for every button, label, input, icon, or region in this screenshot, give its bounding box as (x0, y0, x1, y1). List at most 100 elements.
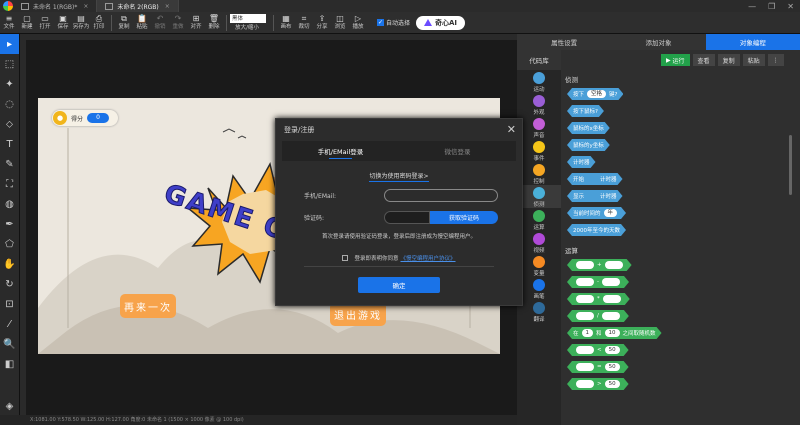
divide-block[interactable]: / (567, 310, 629, 322)
layers-icon[interactable]: ◈ (0, 396, 19, 416)
operand-input[interactable] (576, 363, 594, 371)
operand-input[interactable]: 50 (605, 346, 620, 354)
operand-input[interactable] (576, 380, 594, 388)
maximize-icon[interactable]: ❐ (768, 2, 775, 11)
timer-show-block[interactable]: 显示 计时器 (567, 190, 623, 202)
tab-phone-email-login[interactable]: 手机/EMail登录 (282, 141, 399, 161)
transform-tool-icon[interactable]: ⊡ (0, 294, 19, 314)
operand-input[interactable] (602, 278, 620, 286)
magic-wand-icon[interactable]: ✦ (0, 74, 19, 94)
canvas-button[interactable]: ▦ 画布 (277, 14, 295, 31)
zoom-tool-icon[interactable]: 🔍 (0, 334, 19, 354)
verification-code-input[interactable] (384, 211, 430, 224)
operand-input[interactable] (576, 295, 594, 303)
tab-add-object[interactable]: 添加对象 (611, 34, 706, 50)
category-control[interactable]: 控制 (517, 162, 561, 185)
minimize-icon[interactable]: — (748, 2, 756, 11)
category-sensing[interactable]: 侦测 (517, 185, 561, 208)
mouse-x-block[interactable]: 鼠标的x坐标 (567, 122, 610, 134)
key-pressed-block[interactable]: 按下 空格 键? (567, 88, 623, 100)
hand-tool-icon[interactable]: ✋ (0, 254, 19, 274)
print-button[interactable]: ⎙ 打印 (90, 14, 108, 31)
doc-tab-2[interactable]: 未命名 2(RGB) × (97, 0, 179, 12)
key-dropdown[interactable]: 空格 (587, 90, 606, 98)
days-since-2000-block[interactable]: 2000年至今的天数 (567, 224, 626, 236)
operand-input[interactable] (602, 312, 620, 320)
redo-button[interactable]: ↷ 重做 (169, 14, 187, 31)
operand-input[interactable] (576, 346, 594, 354)
paste-code-button[interactable]: 粘贴 (742, 54, 765, 66)
menu-button[interactable]: ≡ 文件 (0, 14, 18, 31)
subtract-block[interactable]: - (567, 276, 629, 288)
lasso-tool-icon[interactable]: ◌ (0, 94, 19, 114)
eraser-tool-icon[interactable]: ⬦ (0, 114, 19, 134)
category-variables[interactable]: 变量 (517, 254, 561, 277)
switch-login-link[interactable]: 切换为使用密码登录> (276, 171, 522, 182)
timer-block[interactable]: 计时器 (567, 156, 596, 168)
current-time-block[interactable]: 当前时间的年 (567, 207, 626, 219)
blur-tool-icon[interactable]: ◍ (0, 194, 19, 214)
tab-object-programming[interactable]: 对象编程 (705, 34, 800, 50)
shape-tool-icon[interactable]: ⬠ (0, 234, 19, 254)
category-translate[interactable]: 翻译 (517, 300, 561, 323)
copy-code-button[interactable]: 复制 (717, 54, 740, 66)
close-icon[interactable]: × (165, 3, 170, 10)
random-block[interactable]: 在 1 和 10 之间取随机数 (567, 327, 662, 339)
operand-input[interactable] (603, 295, 621, 303)
category-operators[interactable]: 运算 (517, 208, 561, 231)
operand-input[interactable]: 50 (605, 380, 620, 388)
brush-tool-icon[interactable]: ✎ (0, 154, 19, 174)
operand-input[interactable] (605, 261, 623, 269)
confirm-button[interactable]: 确定 (358, 277, 440, 293)
category-video[interactable]: 视频 (517, 231, 561, 254)
operand-input[interactable] (576, 312, 594, 320)
palette-scrollbar[interactable] (789, 135, 792, 195)
close-icon[interactable]: × (83, 3, 88, 10)
delete-button[interactable]: 🗑 删除 (205, 14, 223, 31)
multiply-block[interactable]: * (567, 293, 630, 305)
time-unit-dropdown[interactable]: 年 (604, 209, 618, 217)
timer-dropdown[interactable]: 显示 (573, 192, 600, 200)
less-than-block[interactable]: <50 (567, 344, 629, 356)
copy-button[interactable]: ⧉ 复制 (115, 14, 133, 31)
font-select[interactable]: 黑体 (230, 14, 266, 23)
more-icon[interactable]: ⋮ (767, 54, 784, 66)
save-as-button[interactable]: ▤ 另存为 (72, 14, 90, 31)
equals-block[interactable]: = 50 (567, 361, 629, 373)
doc-tab-1[interactable]: 未命名 1(RGB)* × (13, 0, 98, 12)
category-sound[interactable]: 声音 (517, 116, 561, 139)
mouse-y-block[interactable]: 鼠标的y坐标 (567, 139, 610, 151)
marquee-tool-icon[interactable]: ⬚ (0, 54, 19, 74)
greater-than-block[interactable]: >50 (567, 378, 629, 390)
timer-dropdown[interactable]: 开始 (573, 175, 600, 183)
save-button[interactable]: ▣ 保存 (54, 14, 72, 31)
rotate-tool-icon[interactable]: ↻ (0, 274, 19, 294)
random-min-input[interactable]: 1 (582, 329, 594, 337)
category-pen[interactable]: 画笔 (517, 277, 561, 300)
category-motion[interactable]: 运动 (517, 70, 561, 93)
browse-button[interactable]: ◫ 浏览 (331, 14, 349, 31)
category-looks[interactable]: 外观 (517, 93, 561, 116)
operand-input[interactable]: 50 (605, 363, 620, 371)
crop-button[interactable]: ⌗ 裁切 (295, 14, 313, 31)
paste-button[interactable]: 📋 粘贴 (133, 14, 151, 31)
tab-properties[interactable]: 属性设置 (517, 34, 612, 50)
get-code-button[interactable]: 获取验证码 (430, 211, 498, 224)
new-button[interactable]: ▢ 新建 (18, 14, 36, 31)
pointer-tool-icon[interactable]: ▸ (0, 34, 19, 54)
view-button[interactable]: 查看 (692, 54, 715, 66)
close-window-icon[interactable]: ✕ (787, 2, 794, 11)
tab-wechat-login[interactable]: 微信登录 (399, 141, 516, 161)
random-max-input[interactable]: 10 (605, 329, 620, 337)
ai-button[interactable]: 奇心AI (416, 15, 466, 30)
zoom-label[interactable]: 放大/缩小 (235, 23, 259, 31)
auto-select-checkbox[interactable]: ✓ 自动选择 (377, 18, 410, 27)
close-icon[interactable]: ✕ (507, 123, 516, 136)
align-button[interactable]: ⊞ 对齐 (187, 14, 205, 31)
run-button[interactable]: ▶ 运行 (661, 54, 690, 66)
operand-input[interactable] (576, 261, 594, 269)
open-button[interactable]: ▭ 打开 (36, 14, 54, 31)
play-button[interactable]: ▷ 播放 (349, 14, 367, 31)
agree-checkbox[interactable] (342, 255, 349, 261)
user-agreement-link[interactable]: 《慢空编程用户协议》 (401, 254, 456, 262)
